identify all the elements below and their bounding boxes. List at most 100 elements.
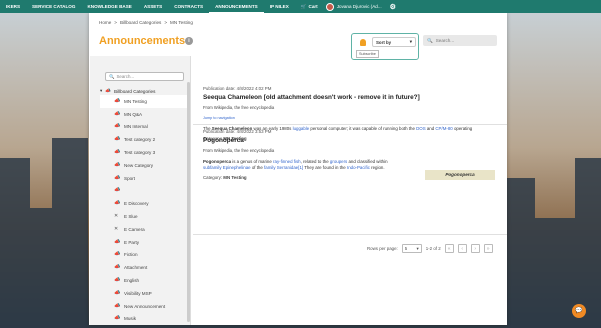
divider — [193, 124, 507, 125]
cart-label: Cart — [308, 4, 318, 9]
page-range: 1-2 of 2 — [425, 246, 441, 251]
bell-icon[interactable] — [360, 39, 366, 46]
sidebar-item-label: Fiction — [124, 252, 138, 258]
avatar — [325, 2, 334, 11]
nav-item-assets[interactable]: ASSETS — [138, 0, 168, 13]
megaphone-icon: 📣 — [114, 264, 121, 271]
cart-icon: 🛒 — [300, 3, 307, 9]
last-page-button[interactable]: » — [483, 244, 493, 253]
nav-item-service-catalog[interactable]: SERVICE CATALOG — [26, 0, 81, 13]
publication-date: Publication date: 4/8/2022 4:02 PM — [203, 86, 272, 91]
tree-root[interactable]: ▾ 📣 Billboard Categories — [100, 87, 188, 95]
nav-item-contracts[interactable]: CONTRACTS — [168, 0, 209, 13]
megaphone-icon: 📣 — [114, 174, 121, 181]
nav-item-knowledge-base[interactable]: KNOWLEDGE BASE — [81, 0, 137, 13]
main-panel: Home > Billboard Categories > MN Testing… — [89, 13, 507, 325]
announcement-source: From Wikipedia, the free encyclopedia — [203, 105, 275, 110]
sidebar-item-label: E Camera — [124, 226, 145, 232]
subscribe-tooltip: Subscribe — [356, 50, 379, 58]
announcement-title[interactable]: Seequa Chameleon [old attachment doesn't… — [203, 94, 505, 101]
chevron-down-icon: ▾ — [416, 245, 419, 251]
sidebar-item-fiction[interactable]: 📣 Fiction — [100, 249, 188, 262]
body-link[interactable]: groupers — [330, 159, 347, 164]
sidebar-item-visibility-msp[interactable]: 📣 Visibility MSP — [100, 287, 188, 300]
sidebar-item-label: Sport — [124, 175, 135, 181]
megaphone-icon: 📣 — [114, 238, 121, 245]
sidebar-item-new-announcement[interactable]: 📣 New Announcement — [100, 300, 188, 313]
breadcrumb-separator: > — [114, 20, 117, 25]
sidebar-item-e-slue[interactable]: ✕ E Slue — [100, 210, 188, 223]
sidebar-item-sport[interactable]: 📣 Sport — [100, 172, 188, 185]
sidebar-item-english[interactable]: 📣 English — [100, 274, 188, 287]
user-name: Jovana Djurovic (Ad... — [336, 4, 382, 9]
nav-item-announcements[interactable]: ANNOUNCEMENTS — [209, 0, 264, 13]
search-input[interactable]: 🔍 Search... — [423, 35, 497, 46]
search-placeholder: Search... — [435, 38, 455, 43]
cart-button[interactable]: 🛒 Cart — [301, 4, 318, 10]
sidebar-item-mn-testing[interactable]: 📣 MN Testing — [100, 95, 188, 108]
info-icon[interactable]: i — [185, 37, 193, 45]
sort-by-label: Sort by — [376, 39, 392, 45]
megaphone-icon: 📣 — [114, 200, 121, 207]
megaphone-icon: 📣 — [114, 149, 121, 156]
sidebar-item-test-category-2[interactable]: 📣 Test category 2 — [100, 133, 188, 146]
category-value: MN Testing — [223, 175, 247, 180]
sidebar-item-label: Attachment — [124, 265, 148, 271]
next-page-button[interactable]: › — [470, 244, 480, 253]
sidebar-item-musik[interactable]: 📣 Musik — [100, 313, 188, 326]
sidebar-item-label: MN Testing — [124, 98, 147, 104]
body-link[interactable]: ray-finned fish — [273, 159, 301, 164]
divider — [193, 234, 507, 235]
sidebar-item-e-camera[interactable]: ✕ E Camera — [100, 223, 188, 236]
breadcrumb-home[interactable]: Home — [99, 20, 111, 25]
sidebar-item-label: New Category — [124, 162, 154, 168]
megaphone-icon: 📣 — [114, 110, 121, 117]
megaphone-icon: 📣 — [114, 251, 121, 258]
body-text: , related to the — [300, 159, 330, 164]
nav-item-ip-nilex[interactable]: IP NILEX — [264, 0, 295, 13]
jump-link[interactable]: Jump to navigation — [203, 116, 505, 120]
sort-subscribe-group: Sort by ▾ Subscribe — [351, 33, 419, 60]
sidebar-search-placeholder: Search... — [116, 74, 135, 79]
announcement-title[interactable]: Pogonoperca — [203, 137, 505, 144]
sidebar-item-mn-internal[interactable]: 📣 MN Internal — [100, 121, 188, 134]
sidebar-item-test-category-3[interactable]: 📣 Test category 3 — [100, 146, 188, 159]
body-link[interactable]: family Serranidae — [264, 165, 298, 170]
sidebar-item-label: English — [124, 278, 140, 284]
breadcrumb-separator: > — [164, 20, 168, 25]
sidebar-item-e-discovery[interactable]: 📣 E Discovery — [100, 197, 188, 210]
close-icon: ✕ — [114, 225, 119, 232]
category-tree: ▾ 📣 Billboard Categories 📣 MN Testing 📣 MN… — [100, 87, 188, 325]
sidebar-scrollbar[interactable] — [187, 82, 190, 322]
first-page-button[interactable]: « — [444, 244, 454, 253]
megaphone-icon: 📣 — [114, 136, 121, 143]
megaphone-icon: 📣 — [114, 289, 121, 296]
sidebar-item-new-category[interactable]: 📣 New Category — [100, 159, 188, 172]
sidebar-item-attachment[interactable]: 📣 Attachment — [100, 261, 188, 274]
body-link[interactable]: subfamily Epinephelinae — [203, 165, 251, 170]
body-text: region. — [369, 165, 385, 170]
close-icon: ✕ — [114, 213, 119, 220]
sidebar-item-e-party[interactable]: 📣 E Party — [100, 236, 188, 249]
chevron-down-icon[interactable]: ▾ — [100, 88, 102, 94]
sidebar-item-unnamed[interactable]: 📣 — [100, 185, 188, 198]
gear-icon[interactable]: ⚙ — [390, 3, 396, 11]
body-link[interactable]: Indo-Pacific — [347, 165, 370, 170]
chat-icon[interactable]: 💬 — [572, 304, 586, 318]
rows-per-page-select[interactable]: 5 ▾ — [401, 244, 422, 253]
breadcrumb-billboard-categories[interactable]: Billboard Categories — [120, 20, 161, 25]
sidebar-item-label: Visibility MSP — [124, 290, 152, 296]
prev-page-button[interactable]: ‹ — [457, 244, 467, 253]
sort-by-select[interactable]: Sort by ▾ — [372, 37, 416, 47]
body-text: and classified within — [347, 159, 388, 164]
sidebar-item-label: MN Q&A — [124, 111, 143, 117]
nav-item-ikers[interactable]: IKERS — [0, 0, 26, 13]
megaphone-icon: 📣 — [114, 97, 121, 104]
sidebar-item-label: Test category 3 — [124, 150, 156, 156]
sidebar-search-input[interactable]: 🔍 Search... — [105, 72, 184, 81]
user-menu[interactable]: Jovana Djurovic (Ad... — [325, 2, 382, 11]
sidebar-item-label: Musik — [124, 316, 136, 322]
megaphone-icon: 📣 — [114, 161, 121, 168]
sidebar-item-mn-qa[interactable]: 📣 MN Q&A — [100, 108, 188, 121]
category-sidebar: 🔍 Search... ▾ 📣 Billboard Categories 📣 MN… — [90, 56, 191, 325]
